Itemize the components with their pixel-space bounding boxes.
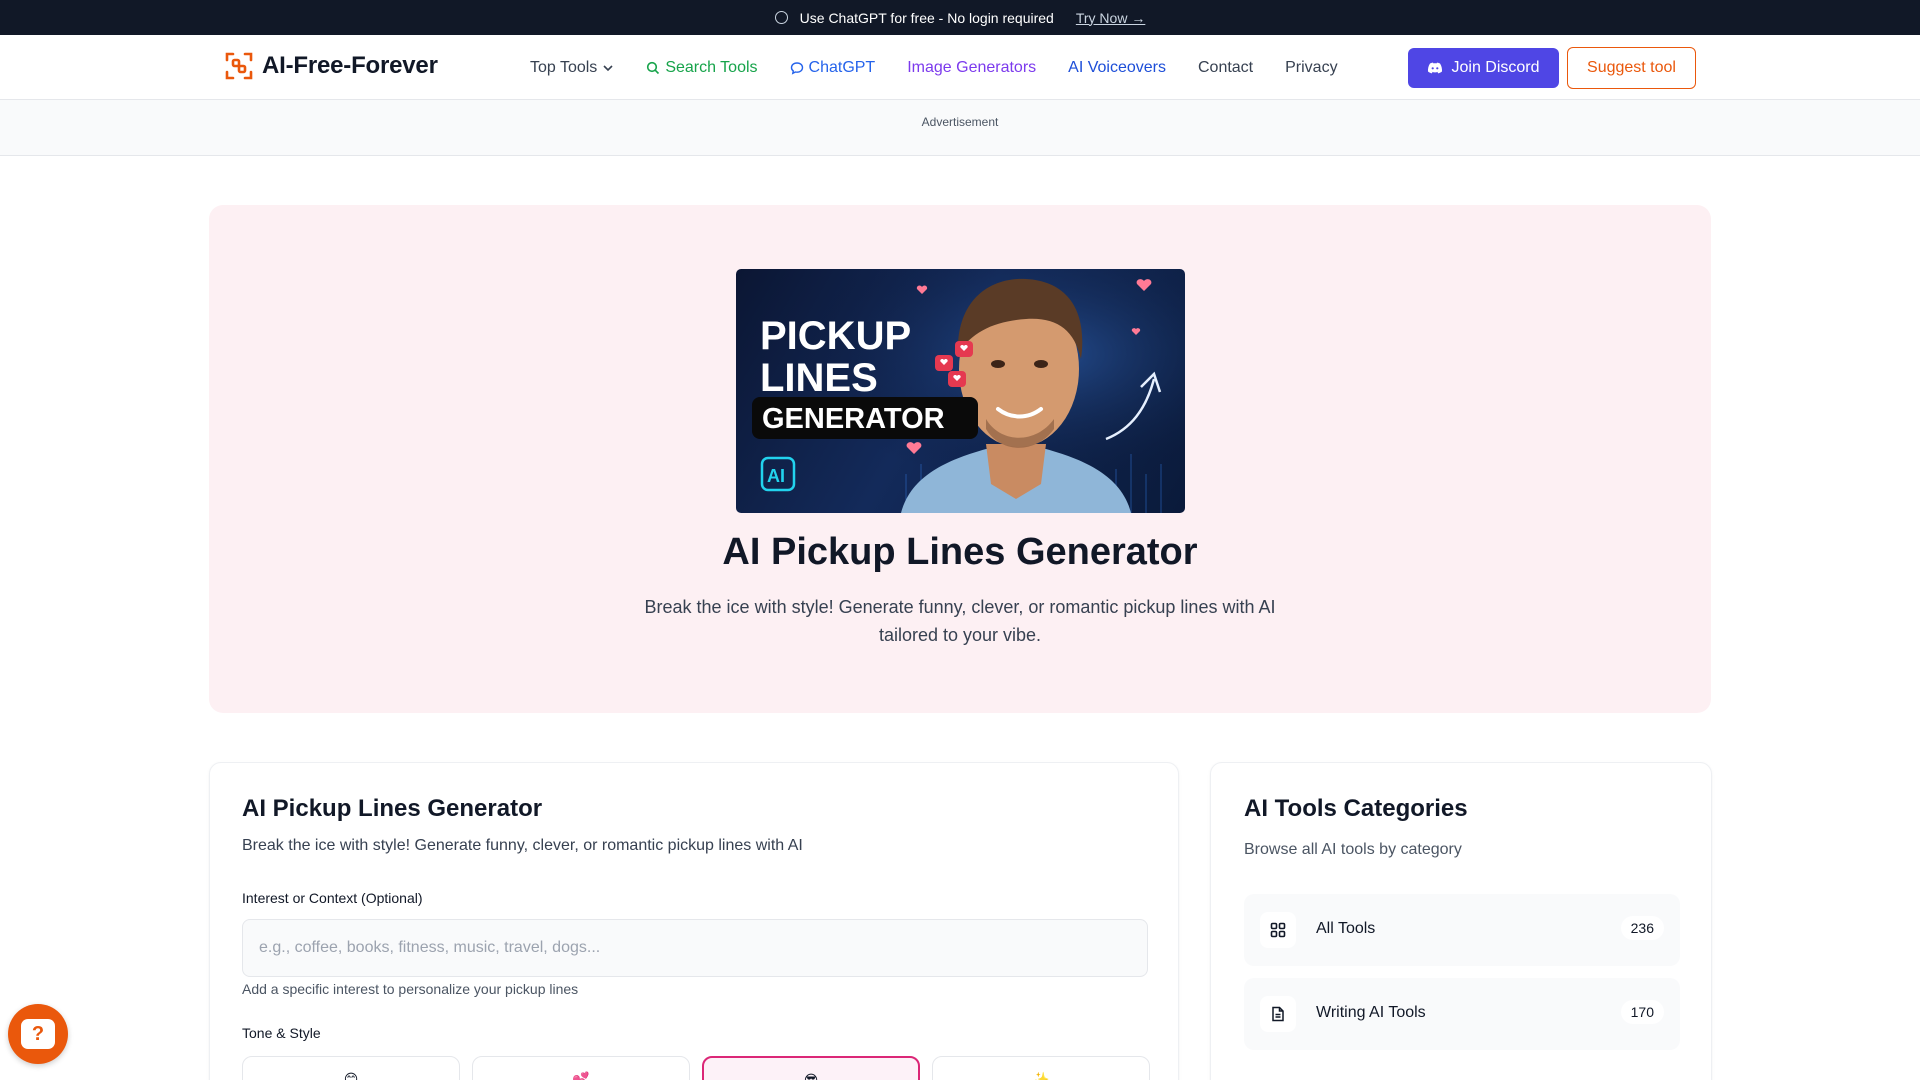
ad-label: Advertisement (921, 115, 999, 129)
promo-bar: Use ChatGPT for free - No login required… (0, 0, 1920, 35)
categories-sidebar: AI Tools Categories Browse all AI tools … (1210, 762, 1712, 1080)
smile-emoji-icon: 😊 (343, 1071, 359, 1080)
grid-icon (1260, 912, 1296, 948)
chat-bubble-icon (774, 11, 788, 24)
hero-image-line1: PICKUP (760, 314, 911, 358)
chevron-down-icon (603, 64, 613, 71)
category-name: Writing AI Tools (1316, 1004, 1426, 1021)
interest-label: Interest or Context (Optional) (242, 890, 423, 906)
site-header: AI-Free-Forever Top Tools Search Tools C… (0, 35, 1920, 100)
suggest-tool-button[interactable]: Suggest tool (1567, 47, 1696, 89)
tone-option-funny[interactable]: 😊 (242, 1056, 460, 1080)
logo-text: AI-Free-Forever (262, 52, 438, 79)
cool-emoji-icon: 😎 (803, 1072, 819, 1080)
ad-banner: Advertisement (0, 100, 1920, 156)
search-icon (647, 61, 660, 74)
join-discord-button[interactable]: Join Discord (1408, 48, 1559, 88)
category-count: 236 (1620, 916, 1664, 940)
categories-description: Browse all AI tools by category (1244, 841, 1462, 858)
nav-top-tools-label: Top Tools (530, 58, 598, 76)
join-discord-label: Join Discord (1451, 59, 1540, 76)
hero-image-line2: LINES (760, 356, 878, 400)
nav-privacy[interactable]: Privacy (1285, 59, 1337, 77)
hearts-emoji-icon: 💕 (572, 1071, 590, 1080)
try-now-link[interactable]: Try Now → (1076, 10, 1145, 26)
nav-top-tools[interactable]: Top Tools (530, 59, 614, 77)
help-question-icon: ? (21, 1019, 55, 1049)
tone-style-label: Tone & Style (242, 1025, 321, 1041)
chat-bubble-icon (790, 61, 803, 75)
nav-search-tools[interactable]: Search Tools (646, 58, 758, 77)
nav-contact[interactable]: Contact (1198, 59, 1253, 77)
scan-logo-icon (224, 51, 254, 81)
interest-input[interactable] (242, 919, 1148, 977)
nav-ai-voiceovers[interactable]: AI Voiceovers (1068, 59, 1166, 77)
hero-image-badge: AI (767, 466, 785, 486)
generator-card: AI Pickup Lines Generator Break the ice … (209, 762, 1179, 1080)
help-button[interactable]: ? (8, 1004, 68, 1064)
hero-image-line3: GENERATOR (762, 403, 945, 435)
discord-icon (1428, 62, 1443, 74)
promo-text: Use ChatGPT for free - No login required (799, 9, 1054, 26)
generator-description: Break the ice with style! Generate funny… (242, 837, 803, 854)
nav-chatgpt-label: ChatGPT (808, 58, 876, 76)
site-logo[interactable]: AI-Free-Forever (224, 51, 438, 81)
category-count: 170 (1620, 1000, 1664, 1024)
nav-chatgpt[interactable]: ChatGPT (790, 58, 876, 77)
categories-title: AI Tools Categories (1244, 795, 1468, 822)
category-all-tools[interactable]: All Tools 236 (1244, 894, 1680, 966)
category-name: All Tools (1316, 920, 1376, 937)
interest-help-text: Add a specific interest to personalize y… (242, 981, 579, 997)
nav-image-generators[interactable]: Image Generators (907, 59, 1036, 77)
tone-option-romantic[interactable]: 💕 (472, 1056, 690, 1080)
category-writing-ai-tools[interactable]: Writing AI Tools 170 (1244, 978, 1680, 1050)
tone-option-smooth[interactable]: 😎 (702, 1056, 920, 1080)
nav-search-tools-label: Search Tools (665, 58, 758, 76)
document-icon (1260, 996, 1296, 1032)
hero-section: PICKUP LINES GENERATOR AI AI Pickup Line… (209, 205, 1711, 713)
hero-image: PICKUP LINES GENERATOR AI (736, 269, 1185, 513)
generator-title: AI Pickup Lines Generator (242, 795, 543, 822)
tone-option-clever[interactable]: ✨ (932, 1056, 1150, 1080)
main-nav: Top Tools Search Tools ChatGPT Image Gen… (530, 35, 1370, 100)
page-title: AI Pickup Lines Generator (722, 531, 1198, 573)
sparkle-emoji-icon: ✨ (1032, 1071, 1050, 1080)
page-subtitle: Break the ice with style! Generate funny… (644, 597, 1276, 645)
